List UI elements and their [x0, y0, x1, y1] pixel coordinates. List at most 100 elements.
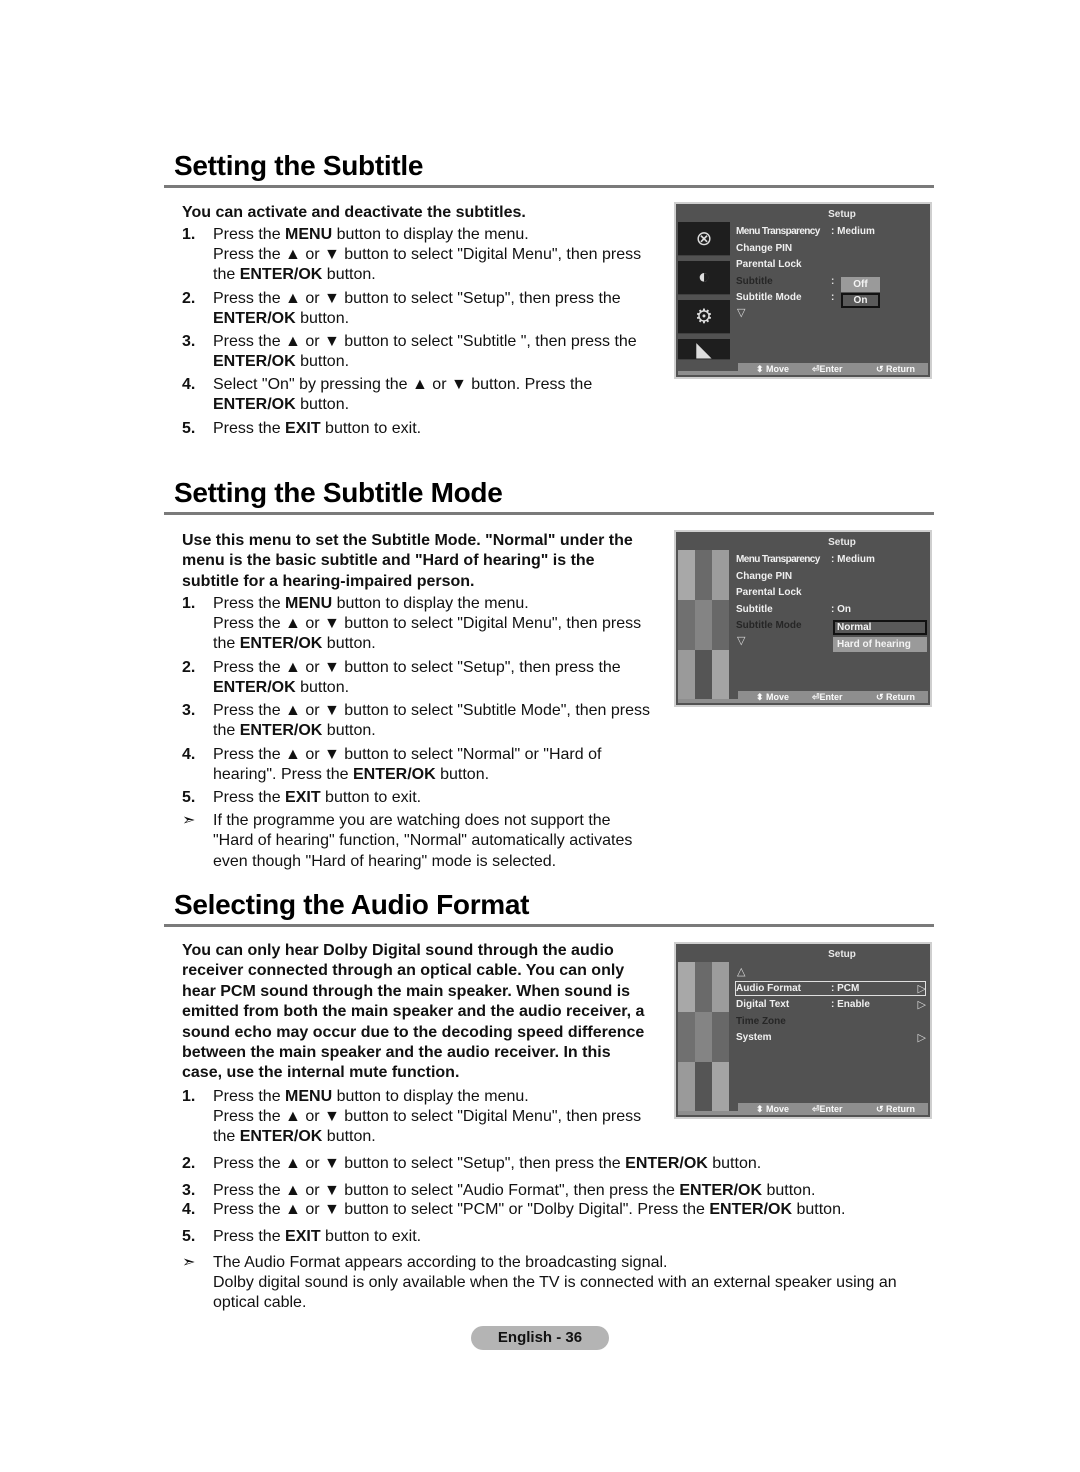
note-item: ➣ The Audio Format appears according to t…	[182, 1253, 922, 1273]
chevron-right-icon: ▷	[917, 1032, 926, 1044]
step-text: Press the EXIT button to exit.	[213, 420, 422, 437]
section-divider	[164, 185, 934, 188]
step-item: Press the ▲ or ▼ button to select "Digit…	[182, 245, 652, 286]
move-hint: ⬍ Move	[756, 692, 790, 702]
osd-footer: ⬍ Move ⏎Enter ↺ Return	[738, 691, 928, 703]
step-text: Press the ▲ or ▼ button to select "Digit…	[213, 246, 642, 284]
step-text: Press the ▲ or ▼ button to select "Setup…	[213, 659, 621, 697]
step-item: 4. Press the ▲ or ▼ button to select "PCM…	[182, 1200, 922, 1220]
step-text: Select "On" by pressing the ▲ or ▼ butto…	[213, 376, 593, 414]
osd-row-system[interactable]: System ▷	[736, 1031, 926, 1045]
osd-setup-audio-format: Setup △ Audio Format: PCM ▷ Digital Text:…	[674, 942, 932, 1119]
chevron-right-icon: ▷	[917, 999, 926, 1011]
row-label: Audio Format	[736, 983, 801, 994]
row-label: Parental Lock	[736, 587, 802, 598]
section-lead: Use this menu to set the Subtitle Mode. …	[182, 532, 633, 590]
option-normal-selected[interactable]: Normal	[833, 620, 927, 635]
satellite-dish-icon: ◐	[678, 261, 730, 295]
option-hard-of-hearing[interactable]: Hard of hearing	[833, 637, 927, 652]
step-text: Press the ▲ or ▼ button to select "Digit…	[213, 615, 642, 653]
section-divider	[164, 512, 934, 515]
antenna-icon: ⊗	[678, 222, 730, 256]
step-text: Press the MENU button to display the men…	[213, 595, 529, 612]
step-number: 4.	[182, 746, 196, 763]
row-value: : Enable	[831, 999, 870, 1010]
step-item: Dolby digital sound is only available wh…	[182, 1273, 922, 1314]
step-number: 3.	[182, 702, 196, 719]
enter-hint: ⏎Enter	[812, 692, 843, 702]
row-label: Subtitle Mode	[736, 292, 802, 303]
scroll-down-icon: ▽	[737, 307, 746, 319]
step-item: 1. Press the MENU button to display the m…	[182, 1087, 652, 1107]
return-hint: ↺ Return	[876, 1104, 916, 1114]
row-label: Subtitle	[736, 276, 773, 287]
option-on-selected[interactable]: On	[841, 293, 880, 308]
section-divider	[164, 924, 934, 927]
return-hint: ↺ Return	[876, 364, 916, 374]
row-label: Menu Transparency	[736, 226, 820, 237]
step-text: If the programme you are watching does n…	[213, 812, 633, 870]
step-text: Press the ▲ or ▼ button to select "Digit…	[213, 1108, 642, 1146]
step-item: 1. Press the MENU button to display the m…	[182, 594, 652, 614]
section-lead: You can only hear Dolby Digital sound th…	[182, 942, 645, 1082]
osd-footer: ⬍ Move ⏎Enter ↺ Return	[738, 1103, 928, 1115]
step-number: 1.	[182, 226, 196, 243]
page-number-badge: English - 36	[471, 1326, 609, 1350]
step-item: 2. Press the ▲ or ▼ button to select "Set…	[182, 658, 652, 699]
section-title-subtitle-mode: Setting the Subtitle Mode	[174, 477, 503, 508]
osd-side-swatches	[678, 962, 730, 1112]
return-hint: ↺ Return	[876, 692, 916, 702]
step-item: Press the ▲ or ▼ button to select "Digit…	[182, 614, 652, 655]
row-value: :	[831, 292, 835, 303]
row-value: :	[831, 276, 835, 287]
row-label: Subtitle Mode	[736, 620, 802, 631]
step-item: 5. Press the EXIT button to exit.	[182, 419, 652, 439]
step-number: 4.	[182, 376, 196, 393]
step-item: 5. Press the EXIT button to exit.	[182, 1227, 922, 1247]
step-number: 3.	[182, 1182, 196, 1199]
row-label: Change PIN	[736, 243, 793, 254]
section-lead: You can activate and deactivate the subt…	[182, 204, 526, 221]
step-number: 5.	[182, 1228, 196, 1245]
step-text: Press the ▲ or ▼ button to select "Setup…	[213, 1155, 762, 1172]
section-title-subtitle: Setting the Subtitle	[174, 150, 424, 181]
step-number: 4.	[182, 1201, 196, 1218]
step-number: 2.	[182, 659, 196, 676]
enter-hint: ⏎Enter	[812, 364, 843, 374]
option-off[interactable]: Off	[841, 277, 880, 292]
osd-row-audio-format[interactable]: Audio Format: PCM ▷	[736, 982, 926, 996]
osd-side-icons: ⊗ ◐ ⚙ ◣	[678, 222, 730, 361]
row-label: System	[736, 1032, 772, 1043]
step-text: Press the ▲ or ▼ button to select "Setup…	[213, 290, 621, 328]
row-value: : Medium	[831, 554, 875, 565]
osd-row-digital-text[interactable]: Digital Text: Enable ▷	[736, 998, 926, 1012]
note-item: ➣ If the programme you are watching does …	[182, 811, 652, 872]
row-value: : PCM	[831, 983, 860, 994]
step-item: 2. Press the ▲ or ▼ button to select "Set…	[182, 289, 652, 330]
gear-icon: ⚙	[678, 300, 730, 334]
step-text: Press the ▲ or ▼ button to select "Subti…	[213, 702, 651, 740]
step-item: 3. Press the ▲ or ▼ button to select "Sub…	[182, 332, 652, 373]
osd-setup-subtitle: Setup ⊗ ◐ ⚙ ◣ Menu Transparency: Medium …	[674, 202, 932, 379]
osd-footer: ⬍ Move ⏎Enter ↺ Return	[738, 363, 928, 375]
step-item: 4. Press the ▲ or ▼ button to select "Nor…	[182, 745, 652, 786]
step-text: Press the ▲ or ▼ button to select "Subti…	[213, 333, 637, 371]
osd-setup-subtitle-mode: Setup Menu Transparency: Medium Change P…	[674, 530, 932, 707]
step-text: Press the ▲ or ▼ button to select "Norma…	[213, 746, 602, 784]
row-value: : Medium	[831, 226, 875, 237]
osd-title: Setup	[828, 537, 856, 548]
step-item: 1. Press the MENU button to display the m…	[182, 225, 652, 245]
step-number: 1.	[182, 595, 196, 612]
note-arrow-icon: ➣	[182, 812, 196, 829]
step-number: 2.	[182, 290, 196, 307]
osd-title: Setup	[828, 209, 856, 220]
step-text: Press the MENU button to display the men…	[213, 1088, 529, 1105]
row-value: : On	[831, 604, 851, 615]
step-number: 2.	[182, 1155, 196, 1172]
step-text: Dolby digital sound is only available wh…	[213, 1274, 897, 1312]
row-label: Parental Lock	[736, 259, 802, 270]
step-text: The Audio Format appears according to th…	[213, 1254, 668, 1271]
step-item: 3. Press the ▲ or ▼ button to select "Sub…	[182, 701, 652, 742]
step-text: Press the MENU button to display the men…	[213, 226, 529, 243]
step-number: 5.	[182, 789, 196, 806]
